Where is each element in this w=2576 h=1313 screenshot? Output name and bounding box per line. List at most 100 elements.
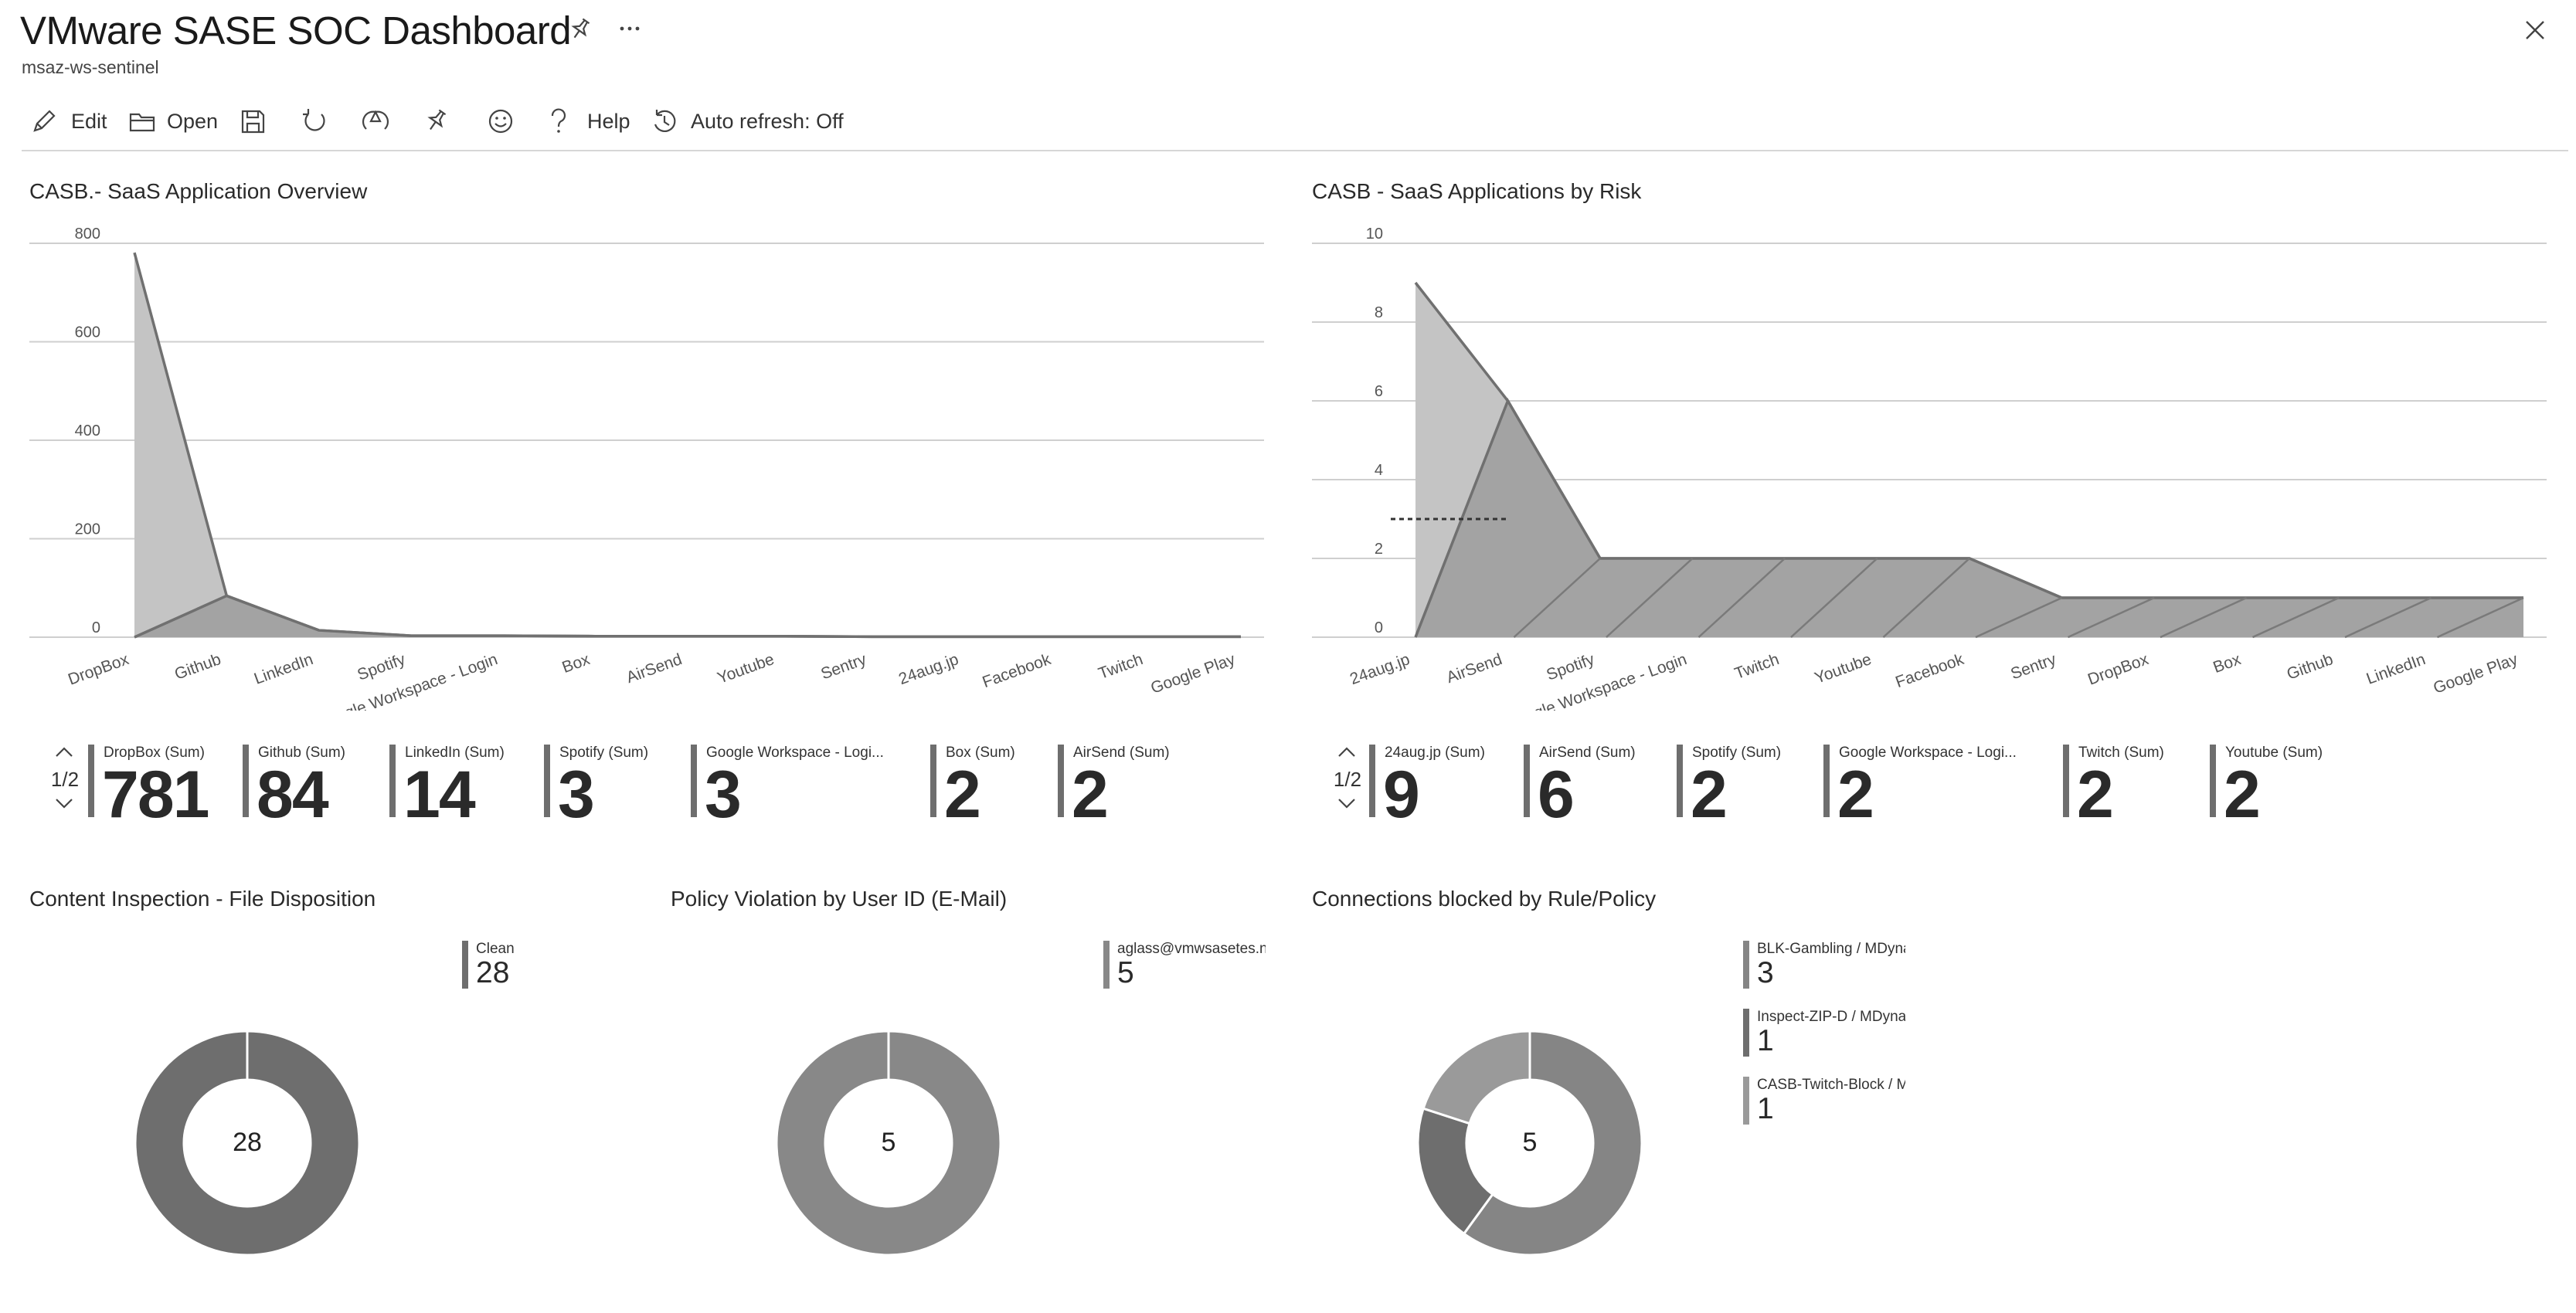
tile-value: 2 bbox=[1691, 758, 1728, 832]
x-tick-label: Spotify bbox=[1545, 650, 1598, 684]
tile-accent-bar bbox=[1524, 745, 1530, 817]
x-tick-label: LinkedIn bbox=[252, 650, 315, 688]
summary-tile[interactable]: DropBox (Sum) 781 bbox=[88, 745, 227, 830]
tile-value: 14 bbox=[403, 758, 476, 832]
x-tick-label: Sentry bbox=[818, 650, 868, 684]
legend-value: 1 bbox=[1757, 1092, 1774, 1125]
chevron-up-icon[interactable] bbox=[1337, 746, 1357, 758]
share-icon[interactable] bbox=[362, 107, 389, 135]
auto-refresh-button[interactable]: Auto refresh: Off bbox=[691, 110, 844, 134]
more-icon[interactable] bbox=[618, 23, 643, 34]
x-tick-label: Facebook bbox=[1893, 650, 1966, 691]
legend-label: Inspect-ZIP-D / MDynamic bbox=[1757, 1009, 1905, 1025]
x-tick-label: 24aug.jp bbox=[1347, 650, 1412, 688]
summary-tile[interactable]: Google Workspace - Logi... 3 bbox=[691, 745, 915, 830]
legend-swatch bbox=[1743, 941, 1749, 989]
tile-accent-bar bbox=[2210, 745, 2216, 817]
pin-icon[interactable] bbox=[568, 17, 591, 42]
donut3-total: 5 bbox=[1522, 1128, 1538, 1157]
tile-accent-bar bbox=[1058, 745, 1064, 817]
chart2-area-chart[interactable]: 0 2 4 6 8 10 24aug.jp AirSend SpotifyGoogle Work… bbox=[1283, 216, 2576, 711]
summary-tile[interactable]: Youtube (Sum) 2 bbox=[2210, 745, 2349, 830]
tile-value: 2 bbox=[1072, 758, 1109, 832]
tile-accent-bar bbox=[544, 745, 550, 817]
donut1-legend: Clean 28 bbox=[462, 941, 524, 1018]
pin-icon[interactable] bbox=[424, 108, 450, 134]
x-tick-label: Google Play bbox=[2431, 650, 2520, 697]
summary-tile[interactable]: Spotify (Sum) 3 bbox=[544, 745, 675, 830]
chart1-summary-tiles: 1/2 DropBox (Sum) 781 Github (Sum) 84 Linked… bbox=[0, 741, 1283, 834]
y-tick-label: 600 bbox=[75, 324, 100, 341]
series-area-2[interactable] bbox=[1415, 401, 2523, 637]
pager-label: 1/2 bbox=[1333, 768, 1362, 791]
save-icon[interactable] bbox=[240, 108, 266, 134]
legend-item[interactable]: CASB-Twitch-Block / MDynamic1 bbox=[1743, 1077, 1905, 1131]
edit-button[interactable]: Edit bbox=[71, 110, 107, 134]
help-icon[interactable] bbox=[549, 107, 569, 135]
donut1-total: 28 bbox=[233, 1128, 262, 1157]
history-icon[interactable] bbox=[651, 107, 678, 135]
legend-item[interactable]: aglass@vmwsasetes.net 5 bbox=[1103, 941, 1266, 995]
close-icon[interactable] bbox=[2523, 19, 2547, 42]
tile-value: 781 bbox=[102, 758, 209, 832]
tile-value: 84 bbox=[257, 758, 329, 832]
tile-value: 2 bbox=[2077, 758, 2114, 832]
tile-accent-bar bbox=[88, 745, 94, 817]
help-button[interactable]: Help bbox=[587, 110, 630, 134]
tile-value: 6 bbox=[1538, 758, 1575, 832]
x-tick-label: Youtube bbox=[715, 650, 777, 687]
summary-tile[interactable]: Twitch (Sum) 2 bbox=[2063, 745, 2194, 830]
x-tick-label: Google Workspace - Login bbox=[314, 650, 500, 711]
donut2-total: 5 bbox=[881, 1128, 896, 1157]
series-area-1[interactable] bbox=[134, 253, 1241, 637]
chart1-area-chart[interactable]: 0 200 400 600 800 DropBox Github LinkedIn Spotif… bbox=[0, 216, 1283, 711]
x-tick-label: Box bbox=[560, 650, 593, 677]
legend-item[interactable]: BLK-Gambling / MDynamic3 bbox=[1743, 941, 1905, 995]
feedback-icon[interactable] bbox=[487, 107, 515, 135]
toolbar-divider bbox=[22, 150, 2568, 151]
y-tick-label: 400 bbox=[75, 422, 100, 439]
donut3-legend: BLK-Gambling / MDynamic3 Inspect-ZIP-D / … bbox=[1743, 941, 1905, 1149]
legend-swatch bbox=[1743, 1077, 1749, 1125]
summary-tile[interactable]: Github (Sum) 84 bbox=[243, 745, 374, 830]
summary-tile[interactable]: AirSend (Sum) 6 bbox=[1524, 745, 1661, 830]
chevron-down-icon[interactable] bbox=[1337, 797, 1357, 809]
legend-item[interactable]: Inspect-ZIP-D / MDynamic1 bbox=[1743, 1009, 1905, 1063]
workspace-subtitle: msaz-ws-sentinel bbox=[22, 57, 159, 77]
tile-accent-bar bbox=[243, 745, 249, 817]
donut-slice[interactable] bbox=[1422, 1030, 1531, 1125]
tile-accent-bar bbox=[1369, 745, 1375, 817]
chevron-down-icon[interactable] bbox=[54, 797, 74, 809]
x-tick-label: Sentry bbox=[2008, 650, 2058, 684]
summary-tile[interactable]: LinkedIn (Sum) 14 bbox=[389, 745, 528, 830]
y-tick-label: 6 bbox=[1375, 383, 1383, 400]
x-tick-label: Box bbox=[2211, 650, 2243, 677]
series-area-2[interactable] bbox=[134, 595, 1241, 637]
chevron-up-icon[interactable] bbox=[54, 746, 74, 758]
page-title: VMware SASE SOC Dashboard bbox=[20, 8, 572, 53]
legend-label: CASB-Twitch-Block / MDynamic bbox=[1757, 1077, 1905, 1093]
summary-tile[interactable]: AirSend (Sum) 2 bbox=[1058, 745, 1197, 830]
open-icon[interactable] bbox=[128, 110, 156, 133]
summary-tile[interactable]: 24aug.jp (Sum) 9 bbox=[1369, 745, 1508, 830]
refresh-icon[interactable] bbox=[301, 107, 328, 135]
tile-value: 2 bbox=[1837, 758, 1874, 832]
open-button[interactable]: Open bbox=[167, 110, 218, 134]
summary-tile[interactable]: Spotify (Sum) 2 bbox=[1677, 745, 1808, 830]
tile-accent-bar bbox=[2063, 745, 2069, 817]
donut3-title: Connections blocked by Rule/Policy bbox=[1312, 887, 1657, 911]
legend-value: 5 bbox=[1117, 956, 1134, 989]
x-tick-label: Github bbox=[172, 650, 223, 684]
y-tick-label: 4 bbox=[1375, 462, 1383, 479]
tile-accent-bar bbox=[1677, 745, 1683, 817]
chart1-title: CASB.- SaaS Application Overview bbox=[29, 179, 368, 203]
legend-label: BLK-Gambling / MDynamic bbox=[1757, 941, 1905, 957]
x-tick-label: Spotify bbox=[355, 650, 409, 684]
summary-tile[interactable]: Box (Sum) 2 bbox=[930, 745, 1042, 830]
tile-value: 2 bbox=[944, 758, 981, 832]
x-tick-label: AirSend bbox=[624, 650, 685, 687]
chart2-title: CASB - SaaS Applications by Risk bbox=[1312, 179, 1642, 203]
legend-item[interactable]: Clean 28 bbox=[462, 941, 524, 995]
summary-tile[interactable]: Google Workspace - Logi... 2 bbox=[1823, 745, 2048, 830]
edit-icon[interactable] bbox=[31, 108, 57, 134]
